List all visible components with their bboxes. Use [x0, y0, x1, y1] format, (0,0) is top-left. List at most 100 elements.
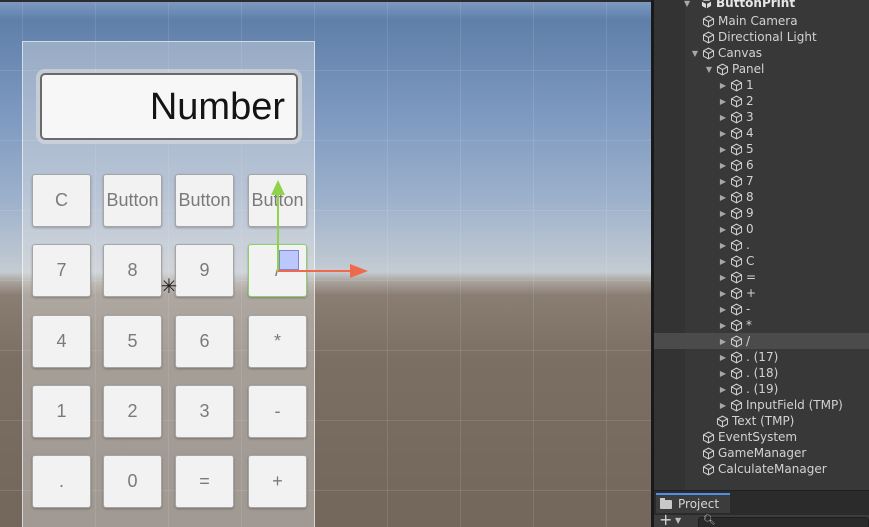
scene-view[interactable]: Number CButtonButtonButton789/456*123-.0… — [0, 0, 651, 527]
calc-button[interactable]: 7 — [32, 244, 91, 297]
collapse-arrow-icon[interactable]: ▶ — [718, 401, 728, 410]
collapse-arrow-icon[interactable]: ▶ — [718, 177, 728, 186]
calc-button-label: C — [55, 190, 68, 210]
hierarchy-item[interactable]: ▶ 7 — [654, 173, 869, 189]
light-gizmo-icon[interactable]: ✳ — [158, 275, 180, 297]
collapse-arrow-icon[interactable]: ▶ — [718, 241, 728, 250]
hierarchy-item[interactable]: ▶ InputField (TMP) — [654, 397, 869, 413]
hierarchy-item[interactable]: ▶GameManager — [654, 445, 869, 461]
add-asset-button[interactable]: + — [659, 512, 672, 527]
calc-button[interactable]: * — [248, 315, 307, 368]
collapse-arrow-icon[interactable]: ▶ — [718, 81, 728, 90]
hierarchy-item-label: InputField (TMP) — [746, 398, 843, 412]
calc-button[interactable]: 3 — [175, 385, 234, 438]
collapse-arrow-icon[interactable]: ▶ — [718, 273, 728, 282]
hierarchy-item[interactable]: ▶ 2 — [654, 93, 869, 109]
cube-icon — [730, 399, 743, 412]
move-gizmo-y-arrow-icon[interactable] — [271, 180, 285, 195]
collapse-arrow-icon[interactable]: ▶ — [718, 145, 728, 154]
hierarchy-item[interactable]: ▶ 3 — [654, 109, 869, 125]
calc-button[interactable]: 4 — [32, 315, 91, 368]
expand-arrow-icon[interactable]: ▼ — [704, 65, 714, 74]
cube-icon — [716, 415, 729, 428]
hierarchy-item[interactable]: ▶ - — [654, 301, 869, 317]
calc-button[interactable]: - — [248, 385, 307, 438]
collapse-arrow-icon[interactable]: ▶ — [718, 209, 728, 218]
hierarchy-item[interactable]: ▶ 8 — [654, 189, 869, 205]
cube-icon — [730, 191, 743, 204]
calc-button-label: 4 — [56, 331, 67, 351]
calc-button-label: . — [58, 471, 64, 491]
expand-arrow-icon[interactable]: ▼ — [684, 0, 698, 8]
cube-icon — [702, 15, 715, 28]
calc-button[interactable]: . — [32, 455, 91, 508]
hierarchy-item[interactable]: ▶CalculateManager — [654, 461, 869, 477]
collapse-arrow-icon[interactable]: ▶ — [718, 321, 728, 330]
hierarchy-item[interactable]: ▶. — [654, 237, 869, 253]
hierarchy-item-label: . (19) — [746, 382, 779, 396]
hierarchy-item[interactable]: ▶Main Camera — [654, 13, 869, 29]
collapse-arrow-icon[interactable]: ▶ — [718, 385, 728, 394]
calc-button[interactable]: 8 — [103, 244, 162, 297]
calc-button[interactable]: C — [32, 174, 91, 227]
collapse-arrow-icon[interactable]: ▶ — [718, 113, 728, 122]
collapse-arrow-icon[interactable]: ▶ — [718, 129, 728, 138]
hierarchy-item-label: / — [746, 334, 751, 348]
folder-icon — [660, 497, 672, 509]
hierarchy-panel[interactable]: ▼ ButtonPrint ▶Main Camera▶Directional L… — [654, 0, 869, 490]
hierarchy-item[interactable]: ▼ Canvas — [654, 45, 869, 61]
collapse-arrow-icon[interactable]: ▶ — [718, 97, 728, 106]
calc-button[interactable]: Button — [175, 174, 234, 227]
calc-button[interactable]: 6 — [175, 315, 234, 368]
cube-icon — [730, 239, 743, 252]
calc-button[interactable]: 2 — [103, 385, 162, 438]
hierarchy-item[interactable]: ▼ Panel — [654, 61, 869, 77]
move-gizmo-x-arrow-icon[interactable] — [350, 264, 368, 278]
hierarchy-item[interactable]: ▶ 1 — [654, 77, 869, 93]
hierarchy-item-label: * — [746, 318, 752, 332]
move-gizmo-x-axis[interactable] — [278, 270, 352, 272]
move-gizmo-y-axis[interactable] — [277, 192, 279, 272]
hierarchy-item[interactable]: ▶EventSystem — [654, 429, 869, 445]
collapse-arrow-icon[interactable]: ▶ — [718, 289, 728, 298]
collapse-arrow-icon[interactable]: ▶ — [718, 193, 728, 202]
hierarchy-item[interactable]: ▶ 6 — [654, 157, 869, 173]
collapse-arrow-icon[interactable]: ▶ — [718, 305, 728, 314]
collapse-arrow-icon[interactable]: ▶ — [718, 225, 728, 234]
hierarchy-item[interactable]: ▶Directional Light — [654, 29, 869, 45]
calc-button[interactable]: Button — [103, 174, 162, 227]
hierarchy-item[interactable]: ▶ . (18) — [654, 365, 869, 381]
hierarchy-item[interactable]: ▶ 4 — [654, 125, 869, 141]
hierarchy-item[interactable]: ▶ 9 — [654, 205, 869, 221]
hierarchy-item[interactable]: ▶ . (17) — [654, 349, 869, 365]
hierarchy-item[interactable]: ▶ 5 — [654, 141, 869, 157]
expand-arrow-icon[interactable]: ▼ — [690, 49, 700, 58]
hierarchy-item[interactable]: ▶ . (19) — [654, 381, 869, 397]
collapse-arrow-icon[interactable]: ▶ — [718, 337, 728, 346]
add-dropdown-caret-icon[interactable]: ▼ — [675, 516, 681, 525]
hierarchy-item[interactable]: ▶ / — [654, 333, 869, 349]
calc-button[interactable]: 5 — [103, 315, 162, 368]
calc-button[interactable]: 9 — [175, 244, 234, 297]
hierarchy-root-scene[interactable]: ▼ ButtonPrint — [684, 0, 869, 11]
cube-icon — [730, 79, 743, 92]
collapse-arrow-icon[interactable]: ▶ — [718, 369, 728, 378]
calc-button[interactable]: + — [248, 455, 307, 508]
collapse-arrow-icon[interactable]: ▶ — [718, 353, 728, 362]
collapse-arrow-icon[interactable]: ▶ — [718, 257, 728, 266]
hierarchy-item[interactable]: ▶ 0 — [654, 221, 869, 237]
collapse-arrow-icon[interactable]: ▶ — [718, 161, 728, 170]
calc-button[interactable]: = — [175, 455, 234, 508]
hierarchy-item[interactable]: ▶Text (TMP) — [654, 413, 869, 429]
hierarchy-item[interactable]: ▶ = — [654, 269, 869, 285]
hierarchy-item[interactable]: ▶ + — [654, 285, 869, 301]
number-display-field[interactable]: Number — [36, 69, 302, 144]
hierarchy-item[interactable]: ▶ C — [654, 253, 869, 269]
rect-transform-handle[interactable] — [279, 250, 299, 270]
calc-button[interactable]: 0 — [103, 455, 162, 508]
calc-button[interactable]: 1 — [32, 385, 91, 438]
hierarchy-item[interactable]: ▶ * — [654, 317, 869, 333]
hierarchy-item-label: Panel — [732, 62, 765, 76]
cube-icon — [730, 143, 743, 156]
project-search-input[interactable]: 🔍︎ — [698, 515, 869, 527]
